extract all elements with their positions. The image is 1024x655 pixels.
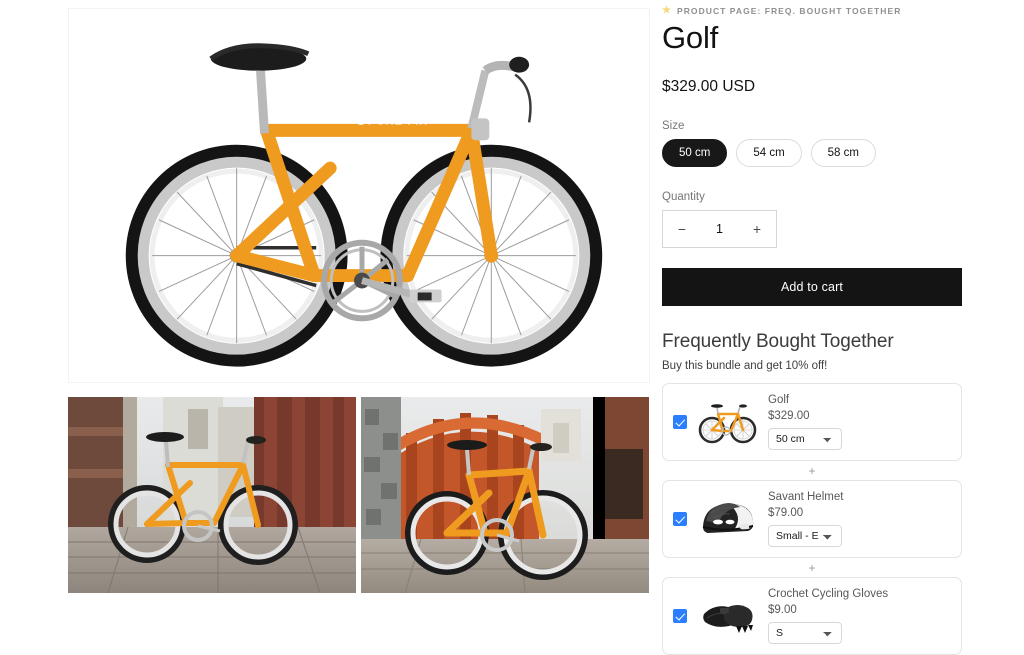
bundle-item-price: $9.00 (768, 604, 797, 617)
bundle-item-price: $79.00 (768, 507, 804, 520)
bundle-item-crochet-cycling-gloves[interactable]: Crochet Cycling Gloves $9.00 S (662, 576, 962, 655)
size-option-58cm[interactable]: 58 cm (810, 138, 876, 167)
bundle-item-details: Crochet Cycling Gloves $9.00 S (768, 587, 949, 645)
bundle-item-golf[interactable]: Golf $329.00 50 cm (662, 382, 962, 461)
bundle-item-checkbox[interactable] (673, 511, 687, 526)
bicycle-hero-illustration: PURE FIX (69, 9, 649, 382)
page-title: Golf (662, 20, 719, 55)
helmet-black-thumb-icon (696, 490, 758, 547)
add-to-cart-button[interactable]: Add to cart (662, 267, 962, 306)
bundle-item-name: Golf (768, 393, 790, 406)
bundle-plus-separator: + (808, 463, 816, 478)
quantity-label: Quantity (662, 190, 705, 203)
hero-product-image[interactable]: PURE FIX (68, 8, 650, 383)
size-option-50cm[interactable]: 50 cm (662, 138, 728, 167)
quantity-value[interactable]: 1 (701, 222, 738, 236)
frequently-bought-together-title: Frequently Bought Together (662, 330, 894, 352)
bike-on-bridge-photo-2 (361, 397, 649, 593)
product-page: PURE FIX ★ PRODUCT PAGE: FREQ. BOUGHT TO… (0, 0, 1024, 655)
quantity-stepper: − 1 + (662, 209, 777, 248)
breadcrumb-label: PRODUCT PAGE: FREQ. BOUGHT TOGETHER (677, 6, 902, 16)
bundle-item-details: Golf $329.00 50 cm (768, 393, 949, 451)
bundle-item-checkbox[interactable] (673, 608, 687, 623)
quantity-increase-button[interactable]: + (738, 211, 776, 247)
breadcrumb: ★ PRODUCT PAGE: FREQ. BOUGHT TOGETHER (662, 5, 962, 17)
bicycle-orange-thumb-icon (696, 393, 758, 450)
bundle-plus-separator: + (808, 560, 816, 575)
bundle-item-name: Crochet Cycling Gloves (768, 587, 889, 600)
size-label: Size (662, 119, 685, 132)
gloves-black-thumb-icon (696, 587, 758, 644)
bundle-thumbnail-bicycle (696, 393, 758, 450)
gallery-thumbnail-2[interactable] (361, 397, 649, 593)
bundle-item-variant-select[interactable]: S (768, 622, 842, 645)
svg-text:PURE FIX: PURE FIX (368, 115, 428, 127)
gallery-thumbnail-1[interactable] (68, 397, 356, 593)
product-price: $329.00 USD (662, 77, 756, 95)
star-icon: ★ (662, 5, 673, 16)
bundle-item-name: Savant Helmet (768, 490, 844, 503)
size-option-54cm[interactable]: 54 cm (736, 138, 802, 167)
bundle-item-savant-helmet[interactable]: Savant Helmet $79.00 Small - E (662, 479, 962, 558)
size-options: 50 cm 54 cm 58 cm (662, 138, 962, 167)
bundle-discount-text: Buy this bundle and get 10% off! (662, 359, 828, 372)
quantity-decrease-button[interactable]: − (663, 211, 701, 247)
bundle-list: Golf $329.00 50 cm + Savant Helmet $79.0… (662, 382, 962, 655)
bundle-item-checkbox[interactable] (673, 414, 687, 429)
bundle-item-variant-select[interactable]: Small - E (768, 525, 842, 548)
bundle-item-variant-select[interactable]: 50 cm (768, 428, 842, 451)
bike-on-bridge-photo-1 (68, 397, 356, 593)
bundle-thumbnail-helmet (696, 490, 758, 547)
bundle-thumbnail-gloves (696, 587, 758, 644)
bundle-item-details: Savant Helmet $79.00 Small - E (768, 490, 949, 548)
product-gallery: PURE FIX (0, 0, 660, 638)
gallery-thumbnail-row (68, 397, 660, 593)
bundle-item-price: $329.00 (768, 410, 810, 423)
product-info-panel: ★ PRODUCT PAGE: FREQ. BOUGHT TOGETHER Go… (660, 0, 1024, 655)
